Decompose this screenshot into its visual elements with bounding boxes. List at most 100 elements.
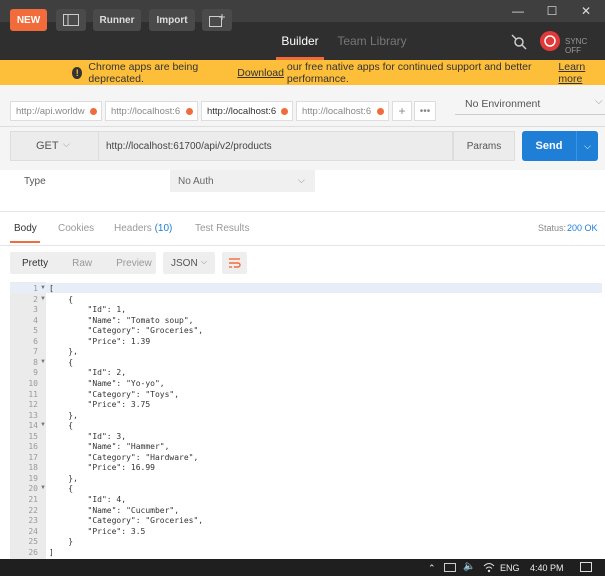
clock[interactable]: 4:40 PM	[530, 563, 564, 573]
send-options-button[interactable]: ⌵	[576, 131, 598, 161]
more-tabs-button[interactable]: •••	[414, 101, 436, 121]
code-line: {	[49, 294, 74, 304]
code-line: "Price": 1.39	[49, 336, 151, 346]
format-toggle-group: Pretty Raw Preview	[10, 252, 156, 274]
auth-type-select[interactable]: No Auth	[170, 170, 315, 192]
chevron-down-icon: ⌵	[584, 140, 591, 151]
tab-cookies[interactable]: Cookies	[58, 223, 94, 234]
line-number: 7	[33, 347, 38, 357]
url-input[interactable]: http://localhost:61700/api/v2/products	[98, 131, 453, 161]
new-window-button[interactable]	[202, 9, 232, 31]
code-line: "Name": "Cucumber",	[49, 505, 180, 515]
line-number: 17	[28, 452, 38, 462]
line-number: 14	[28, 421, 38, 431]
code-line: "Category": "Groceries",	[49, 326, 204, 336]
request-tab-label: http://api.worldw	[16, 105, 85, 117]
chevron-up-icon[interactable]: ⌃	[428, 563, 436, 574]
code-line: },	[49, 347, 78, 357]
line-number: 25	[28, 537, 38, 547]
learn-more-link[interactable]: Learn more	[558, 61, 605, 85]
code-line: "Name": "Tomato soup",	[49, 315, 194, 325]
line-number: 24	[28, 526, 38, 536]
fold-arrow-icon[interactable]: ▼	[40, 422, 46, 428]
fold-arrow-icon[interactable]: ▼	[40, 359, 46, 365]
code-line: "Category": "Groceries",	[49, 516, 204, 526]
line-number: 11	[28, 389, 38, 399]
minimize-button[interactable]: —	[501, 0, 535, 22]
banner-middle: our free native apps for continued suppo…	[286, 60, 532, 85]
http-method-select[interactable]: GET	[10, 131, 98, 161]
satellite-icon[interactable]	[510, 33, 528, 51]
chevron-down-icon: ⌵	[201, 257, 208, 266]
fold-arrow-icon[interactable]: ▼	[40, 285, 46, 291]
line-number: 12	[28, 400, 38, 410]
request-tab-label: http://localhost:6	[111, 105, 181, 117]
layout-toggle-button[interactable]	[56, 9, 86, 31]
line-number: 4	[33, 315, 38, 325]
format-pretty-button[interactable]: Pretty	[10, 258, 60, 269]
wifi-icon[interactable]	[483, 561, 495, 576]
maximize-button[interactable]: ☐	[535, 0, 569, 22]
sync-status-label: SYNC OFF	[565, 37, 588, 55]
active-line-highlight	[10, 283, 602, 293]
sync-icon[interactable]	[540, 31, 560, 51]
line-number: 13	[28, 410, 38, 420]
request-tab[interactable]: http://localhost:6	[105, 101, 198, 121]
line-number: 3	[33, 305, 38, 315]
request-tab-active[interactable]: http://localhost:6	[201, 101, 293, 121]
runner-button[interactable]: Runner	[93, 9, 141, 31]
line-number: 2	[33, 294, 38, 304]
import-button[interactable]: Import	[149, 9, 195, 31]
params-button[interactable]: Params	[453, 131, 515, 161]
banner-prefix: Chrome apps are being deprecated.	[88, 60, 199, 85]
status-label: Status:	[538, 223, 567, 233]
wrap-lines-button[interactable]	[222, 252, 247, 274]
code-line: "Category": "Hardware",	[49, 452, 199, 462]
line-number: 15	[28, 431, 38, 441]
unsaved-dot-icon	[186, 108, 193, 115]
close-button[interactable]: ✕	[569, 0, 603, 22]
auth-type-label: Type	[24, 176, 46, 187]
format-language-select[interactable]: JSON	[163, 252, 215, 274]
line-number: 1	[33, 284, 38, 293]
line-number: 19	[28, 473, 38, 483]
environment-select[interactable]: No Environment	[455, 93, 605, 115]
chevron-down-icon: ⌵	[63, 139, 70, 149]
download-link[interactable]: Download	[237, 67, 284, 79]
language-indicator[interactable]: ENG	[500, 563, 520, 573]
code-line: "Price": 3.75	[49, 400, 151, 410]
request-tab[interactable]: http://localhost:6	[296, 101, 389, 121]
send-button[interactable]: Send	[522, 131, 576, 161]
new-window-icon	[209, 13, 225, 27]
code-line: "Name": "Yo-yo",	[49, 378, 165, 388]
format-raw-button[interactable]: Raw	[60, 258, 104, 269]
fold-arrow-icon[interactable]: ▼	[40, 296, 46, 302]
status-value[interactable]: 200 OK	[567, 223, 598, 233]
add-tab-button[interactable]: +	[392, 101, 412, 121]
line-number: 20	[28, 484, 38, 494]
code-line: "Id": 4,	[49, 495, 127, 504]
tab-team-library[interactable]: Team Library	[336, 22, 408, 60]
new-button[interactable]: NEW	[10, 9, 47, 31]
fold-arrow-icon[interactable]: ▼	[40, 485, 46, 491]
line-number: 26	[28, 547, 38, 557]
code-line: {	[49, 357, 74, 367]
volume-icon[interactable]: 🔈	[463, 561, 475, 572]
code-line: [	[49, 284, 54, 293]
format-preview-button[interactable]: Preview	[104, 258, 164, 269]
line-number: 5	[33, 326, 38, 336]
tab-headers[interactable]: Headers (10)	[114, 223, 172, 234]
notifications-icon[interactable]	[580, 562, 592, 572]
tab-builder[interactable]: Builder	[276, 22, 324, 60]
request-tab[interactable]: http://api.worldw	[10, 101, 102, 121]
line-number: 21	[28, 495, 38, 504]
tab-body[interactable]: Body	[14, 223, 37, 234]
code-line: {	[49, 484, 74, 494]
layout-icon	[63, 14, 79, 26]
code-line: "Price": 16.99	[49, 463, 155, 473]
tab-test-results[interactable]: Test Results	[195, 223, 249, 234]
code-line: "Id": 3,	[49, 431, 127, 441]
battery-icon[interactable]	[444, 563, 456, 572]
chevron-down-icon: ⌵	[298, 175, 305, 185]
code-line: "Price": 3.5	[49, 526, 146, 536]
